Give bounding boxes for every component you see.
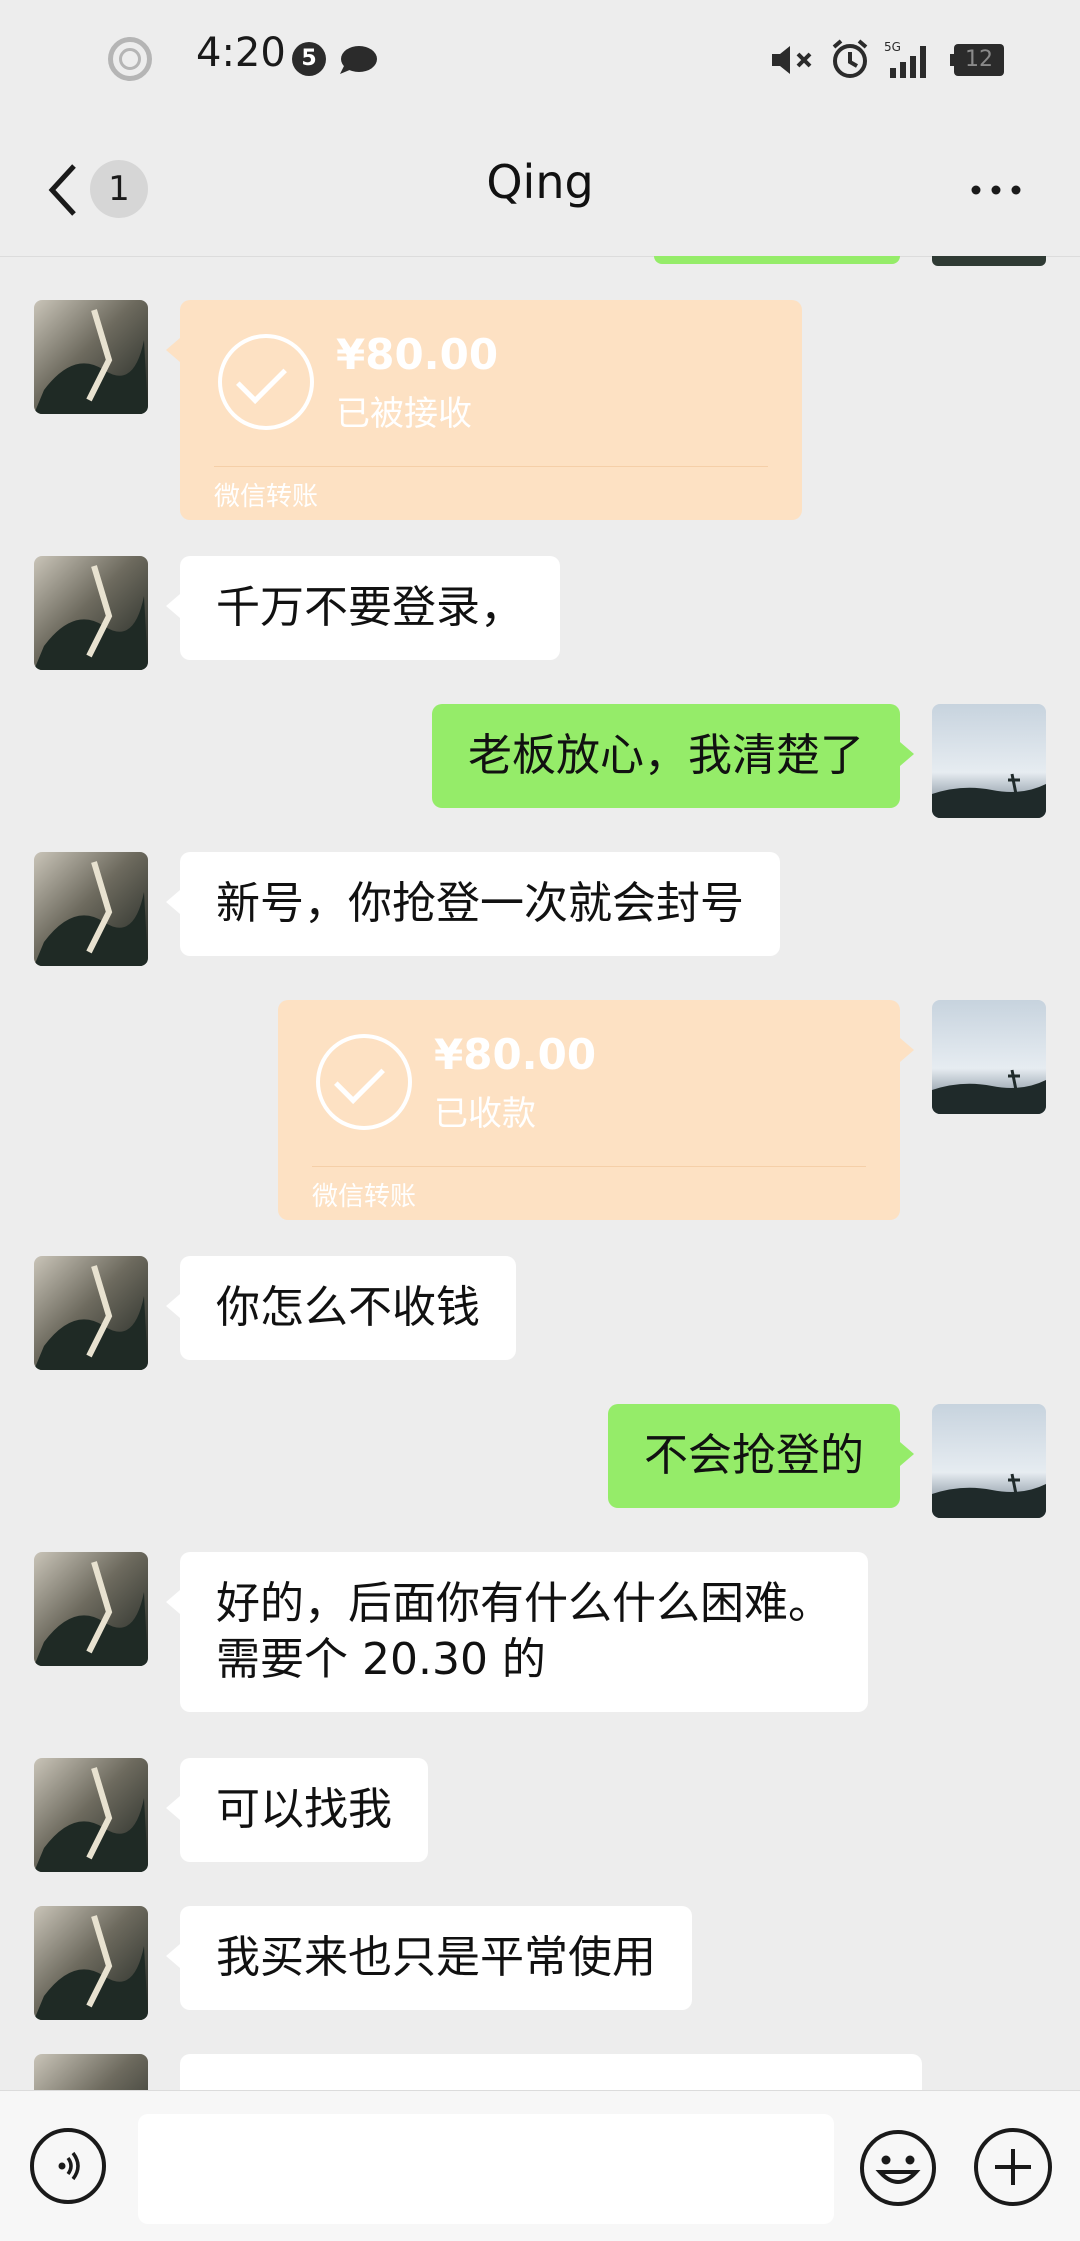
message-text: 不会抢登的 [644, 1430, 864, 1481]
contact-avatar[interactable] [34, 852, 148, 966]
message-text: 千万不要登录， [216, 582, 524, 633]
voice-icon [58, 2151, 80, 2181]
message-text: 你怎么不收钱 [216, 1282, 480, 1333]
transfer-card-sent[interactable]: ¥80.00 已收款 微信转账 [278, 1000, 914, 1220]
emoji-icon[interactable] [858, 2128, 938, 2208]
back-arrow-icon[interactable] [44, 162, 84, 218]
message-text: 我买来也只是平常使用 [216, 1932, 656, 1983]
transfer-state: 已收款 [434, 1094, 536, 1134]
contact-avatar[interactable] [34, 1906, 148, 2020]
message-text: 可以找我 [216, 1784, 392, 1835]
status-time: 4:20 [196, 30, 286, 76]
battery-level: 12 [954, 44, 1004, 76]
transfer-amount: ¥80.00 [434, 1030, 597, 1079]
own-avatar[interactable] [932, 1000, 1046, 1114]
transfer-divider [312, 1166, 866, 1167]
voice-input-button[interactable] [30, 2128, 106, 2204]
transfer-amount: ¥80.00 [336, 330, 499, 379]
check-circle-icon [316, 1034, 412, 1130]
message-text-line: 需要个 20.30 的 [216, 1634, 546, 1685]
message-bubble-own[interactable]: 不会抢登的 [608, 1404, 914, 1508]
contact-avatar[interactable] [34, 556, 148, 670]
transfer-caption: 微信转账 [214, 482, 319, 512]
message-input[interactable] [138, 2114, 834, 2224]
transfer-card-received[interactable]: ¥80.00 已被接收 微信转账 [166, 300, 802, 520]
message-bubble-icon [340, 46, 377, 74]
screen-record-icon [108, 37, 152, 81]
alarm-icon [832, 39, 868, 78]
chat-title: Qing [486, 155, 594, 209]
own-avatar[interactable] [932, 704, 1046, 818]
message-bubble[interactable]: 可以找我 [166, 1758, 428, 1862]
contact-avatar[interactable] [34, 1552, 148, 1666]
plus-icon [978, 2132, 1048, 2202]
message-bubble[interactable]: 好的，后面你有什么什么困难。 需要个 20.30 的 [166, 1552, 868, 1712]
next-message-fragment [180, 2054, 922, 2094]
battery-icon: 12 [950, 44, 1004, 76]
message-bubble[interactable]: 你怎么不收钱 [166, 1256, 516, 1360]
more-options-icon[interactable] [966, 170, 1026, 210]
transfer-divider [214, 466, 768, 467]
previous-message-fragment [654, 256, 900, 264]
message-text: 新号，你抢登一次就会封号 [216, 878, 744, 929]
network-type-label: 5G [884, 40, 901, 54]
previous-avatar-fragment [932, 256, 1046, 266]
message-bubble[interactable]: 千万不要登录， [166, 556, 560, 660]
message-text: 老板放心，我清楚了 [468, 730, 864, 781]
notification-count-badge: 5 [292, 42, 326, 76]
transfer-state: 已被接收 [336, 394, 472, 434]
transfer-caption: 微信转账 [312, 1182, 417, 1212]
check-circle-icon [218, 334, 314, 430]
contact-avatar[interactable] [34, 1256, 148, 1370]
contact-avatar[interactable] [34, 300, 148, 414]
message-text-line: 好的，后面你有什么什么困难。 [216, 1578, 832, 1629]
message-bubble[interactable]: 我买来也只是平常使用 [166, 1906, 692, 2010]
message-bubble[interactable]: 新号，你抢登一次就会封号 [166, 852, 780, 956]
signal-icon: 5G [884, 40, 926, 78]
mute-icon [772, 46, 812, 74]
more-functions-button[interactable] [974, 2128, 1052, 2206]
own-avatar[interactable] [932, 1404, 1046, 1518]
unread-count-badge[interactable]: 1 [90, 160, 148, 218]
contact-avatar[interactable] [34, 1758, 148, 1872]
message-bubble-own[interactable]: 老板放心，我清楚了 [432, 704, 914, 808]
